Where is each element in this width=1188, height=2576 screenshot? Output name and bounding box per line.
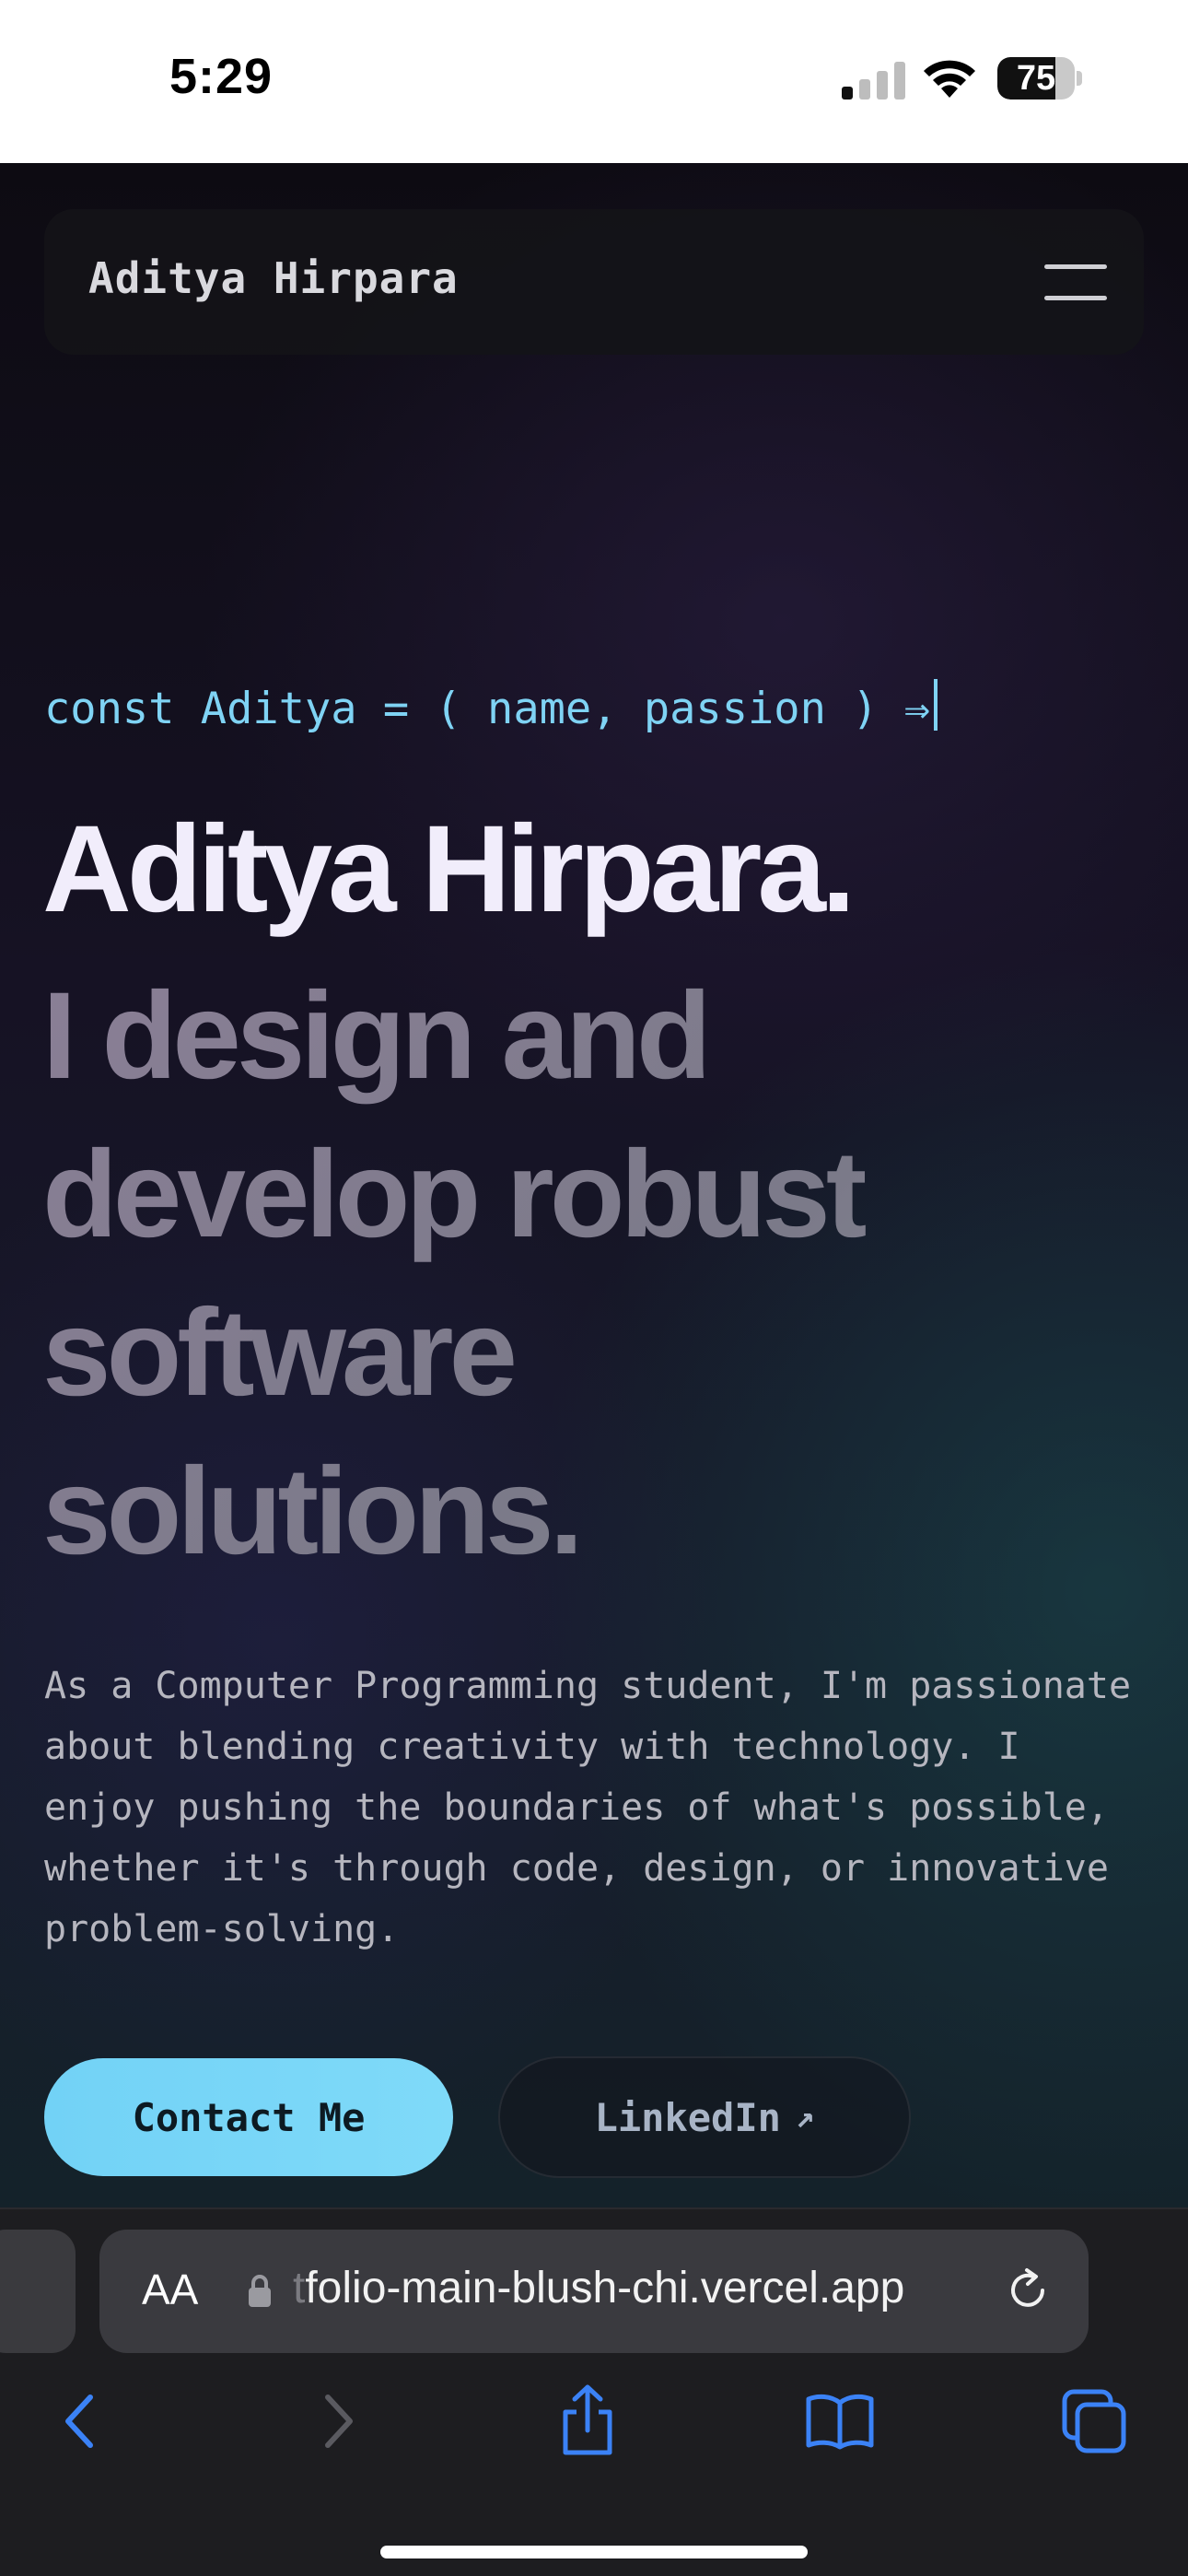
address-bar[interactable]: AA tfolio-main-blush-chi.vercel.app bbox=[99, 2230, 1089, 2353]
bookmarks-button[interactable] bbox=[794, 2375, 886, 2467]
battery-icon: 75 bbox=[997, 57, 1082, 100]
battery-level: 75 bbox=[1016, 59, 1056, 98]
brand-name[interactable]: Aditya Hirpara bbox=[88, 253, 459, 303]
browser-chrome: AA tfolio-main-blush-chi.vercel.app bbox=[0, 2207, 1188, 2576]
tabs-button[interactable] bbox=[1048, 2375, 1140, 2467]
share-icon bbox=[563, 2384, 612, 2455]
reader-aa-button[interactable]: AA bbox=[142, 2265, 198, 2314]
back-button[interactable] bbox=[33, 2375, 125, 2467]
hero-name: Aditya Hirpara. bbox=[42, 801, 856, 938]
previous-tab-peek[interactable] bbox=[0, 2230, 76, 2353]
url-domain: folio-main-blush-chi.vercel.app bbox=[305, 2264, 905, 2313]
home-indicator[interactable] bbox=[380, 2546, 808, 2558]
url-text[interactable]: tfolio-main-blush-chi.vercel.app bbox=[293, 2263, 904, 2313]
navbar: Aditya Hirpara bbox=[44, 209, 1144, 355]
code-text: const Aditya = ( name, passion ) ⇒ bbox=[44, 684, 931, 734]
portfolio-page: Aditya Hirpara const Aditya = ( name, pa… bbox=[0, 163, 1188, 2208]
status-bar: 5:29 75 bbox=[0, 0, 1188, 163]
hero-tagline: I design and develop robust software sol… bbox=[42, 957, 1101, 1591]
chevron-left-icon bbox=[65, 2395, 93, 2448]
forward-button[interactable] bbox=[293, 2375, 385, 2467]
url-faded-prefix: t bbox=[293, 2264, 306, 2313]
external-link-arrow-icon: ↗ bbox=[795, 2099, 815, 2136]
signal-bars-icon bbox=[842, 59, 906, 100]
chevron-right-icon bbox=[325, 2395, 353, 2448]
lock-icon bbox=[249, 2275, 271, 2307]
wifi-icon bbox=[924, 60, 975, 98]
tabs-icon bbox=[1062, 2389, 1126, 2453]
aa-label: AA bbox=[142, 2266, 199, 2313]
share-button[interactable] bbox=[542, 2375, 634, 2467]
reload-icon[interactable] bbox=[1002, 2265, 1054, 2316]
linkedin-label: LinkedIn bbox=[594, 2094, 781, 2140]
intro-paragraph: As a Computer Programming student, I'm p… bbox=[44, 1665, 1132, 1950]
browser-toolbar bbox=[0, 2375, 1188, 2486]
code-line: const Aditya = ( name, passion ) ⇒ bbox=[44, 679, 938, 734]
contact-me-button[interactable]: Contact Me bbox=[44, 2058, 453, 2176]
contact-me-label: Contact Me bbox=[132, 2094, 366, 2140]
status-time: 5:29 bbox=[169, 49, 274, 104]
hamburger-menu-icon[interactable] bbox=[1044, 255, 1107, 310]
linkedin-button[interactable]: LinkedIn ↗ bbox=[498, 2056, 911, 2178]
book-icon bbox=[806, 2394, 874, 2450]
text-cursor bbox=[934, 679, 938, 731]
